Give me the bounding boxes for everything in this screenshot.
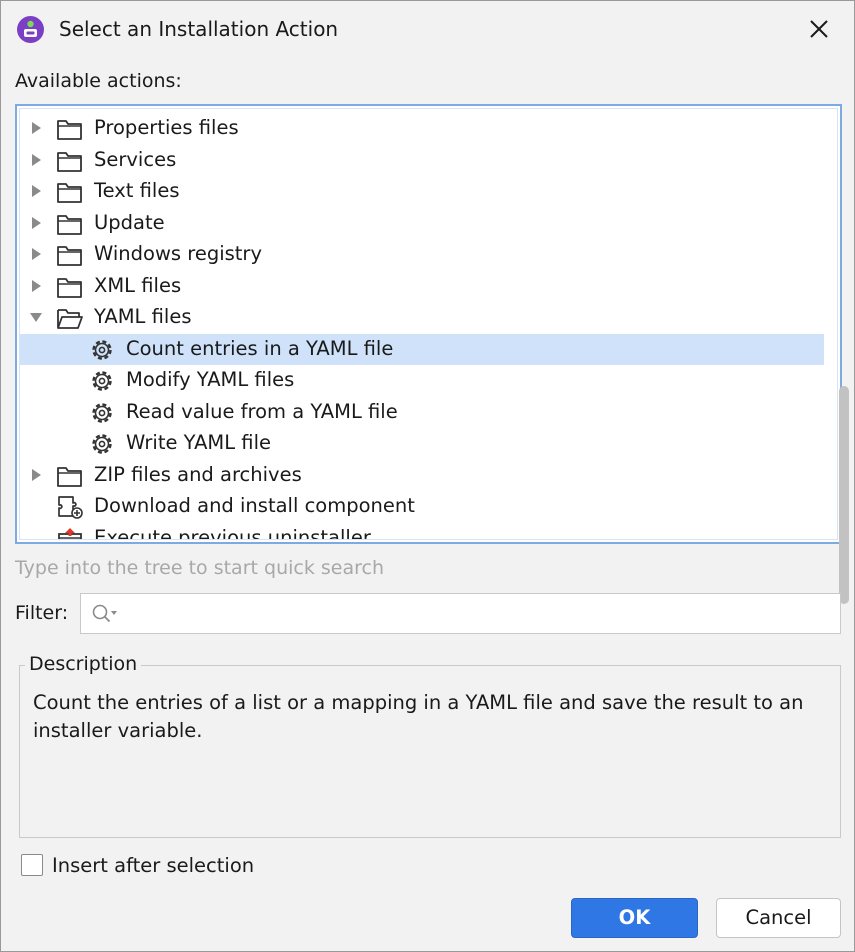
tree-row[interactable]: Execute previous uninstaller — [20, 523, 824, 540]
tree-row-label: Properties files — [94, 116, 239, 139]
filter-label: Filter: — [15, 602, 69, 624]
tree-row-label: Read value from a YAML file — [126, 399, 398, 423]
cancel-button[interactable]: Cancel — [716, 898, 841, 938]
gear-icon — [92, 371, 112, 391]
tree-row-label: XML files — [94, 273, 182, 297]
dialog-title: Select an Installation Action — [59, 17, 339, 41]
tree-row[interactable]: Services — [20, 145, 824, 176]
tree-row[interactable]: Text files — [20, 176, 824, 207]
filter-field[interactable] — [80, 593, 841, 634]
installation-action-dialog: Select an Installation Action Available … — [0, 0, 855, 952]
insert-after-selection-label[interactable]: Insert after selection — [52, 854, 254, 877]
title-bar: Select an Installation Action — [1, 1, 854, 57]
available-actions-label: Available actions: — [15, 70, 182, 92]
gear-icon — [92, 402, 112, 423]
collapse-arrow-icon[interactable] — [29, 310, 43, 324]
folder-icon — [57, 246, 82, 266]
gear-icon — [92, 339, 112, 360]
folder-icon — [57, 466, 82, 487]
tree-row[interactable]: XML files — [20, 271, 824, 302]
tree-row-label: Execute previous uninstaller — [94, 525, 371, 540]
tree-row[interactable]: YAML files — [20, 302, 824, 333]
ok-button[interactable]: OK — [571, 898, 698, 938]
gear-icon — [92, 434, 112, 454]
tree-row[interactable]: Download and install component — [20, 491, 824, 522]
tree-row-label: Modify YAML files — [126, 368, 295, 391]
expand-arrow-icon[interactable] — [29, 247, 43, 261]
folder-icon — [57, 183, 82, 203]
tree-row[interactable]: ZIP files and archives — [20, 460, 824, 491]
tree-row-label: YAML files — [94, 305, 192, 328]
installer-icon — [17, 16, 44, 43]
tree-row[interactable]: Update — [20, 208, 824, 239]
tree-row[interactable]: Modify YAML files — [20, 365, 824, 396]
expand-arrow-icon[interactable] — [29, 216, 43, 230]
expand-arrow-icon[interactable] — [29, 153, 43, 167]
expand-arrow-icon[interactable] — [29, 468, 43, 482]
folder-icon — [57, 120, 82, 140]
tree-row-label: Windows registry — [94, 242, 262, 265]
tree-scrollbar-thumb[interactable] — [839, 386, 849, 604]
actions-tree-viewport: Properties files Services Text files Update… — [19, 108, 838, 540]
tree-row[interactable]: Windows registry — [20, 239, 824, 270]
expand-arrow-icon[interactable] — [29, 279, 43, 293]
tree-row-label: Download and install component — [94, 494, 415, 517]
download-component-icon — [58, 496, 83, 519]
tree-row[interactable]: Properties files — [20, 113, 824, 144]
actions-tree[interactable]: Properties files Services Text files Update… — [15, 104, 849, 604]
folder-icon — [57, 214, 82, 235]
tree-row-label: Update — [94, 210, 165, 234]
tree-row[interactable]: Write YAML file — [20, 428, 824, 459]
tree-row[interactable]: Read value from a YAML file — [20, 397, 824, 428]
search-icon[interactable] — [91, 603, 121, 625]
close-icon[interactable] — [805, 15, 833, 43]
tree-row-label: Services — [94, 147, 177, 171]
quick-search-hint: Type into the tree to start quick search — [15, 557, 384, 579]
description-legend: Description — [25, 653, 142, 675]
filter-input[interactable] — [125, 598, 829, 630]
uninstaller-icon — [58, 527, 82, 539]
folder-icon — [57, 277, 82, 298]
expand-arrow-icon[interactable] — [29, 184, 43, 198]
folder-open-icon — [57, 309, 83, 329]
tree-row-label: Count entries in a YAML file — [126, 336, 394, 360]
tree-row-label: ZIP files and archives — [94, 462, 302, 486]
description-text: Count the entries of a list or a mapping… — [33, 691, 804, 742]
expand-arrow-icon[interactable] — [29, 121, 43, 135]
folder-icon — [57, 151, 82, 172]
tree-row[interactable]: Count entries in a YAML file — [20, 333, 824, 365]
tree-row-label: Write YAML file — [126, 431, 272, 454]
tree-row-label: Text files — [94, 179, 180, 202]
insert-after-selection-checkbox[interactable] — [21, 854, 43, 876]
